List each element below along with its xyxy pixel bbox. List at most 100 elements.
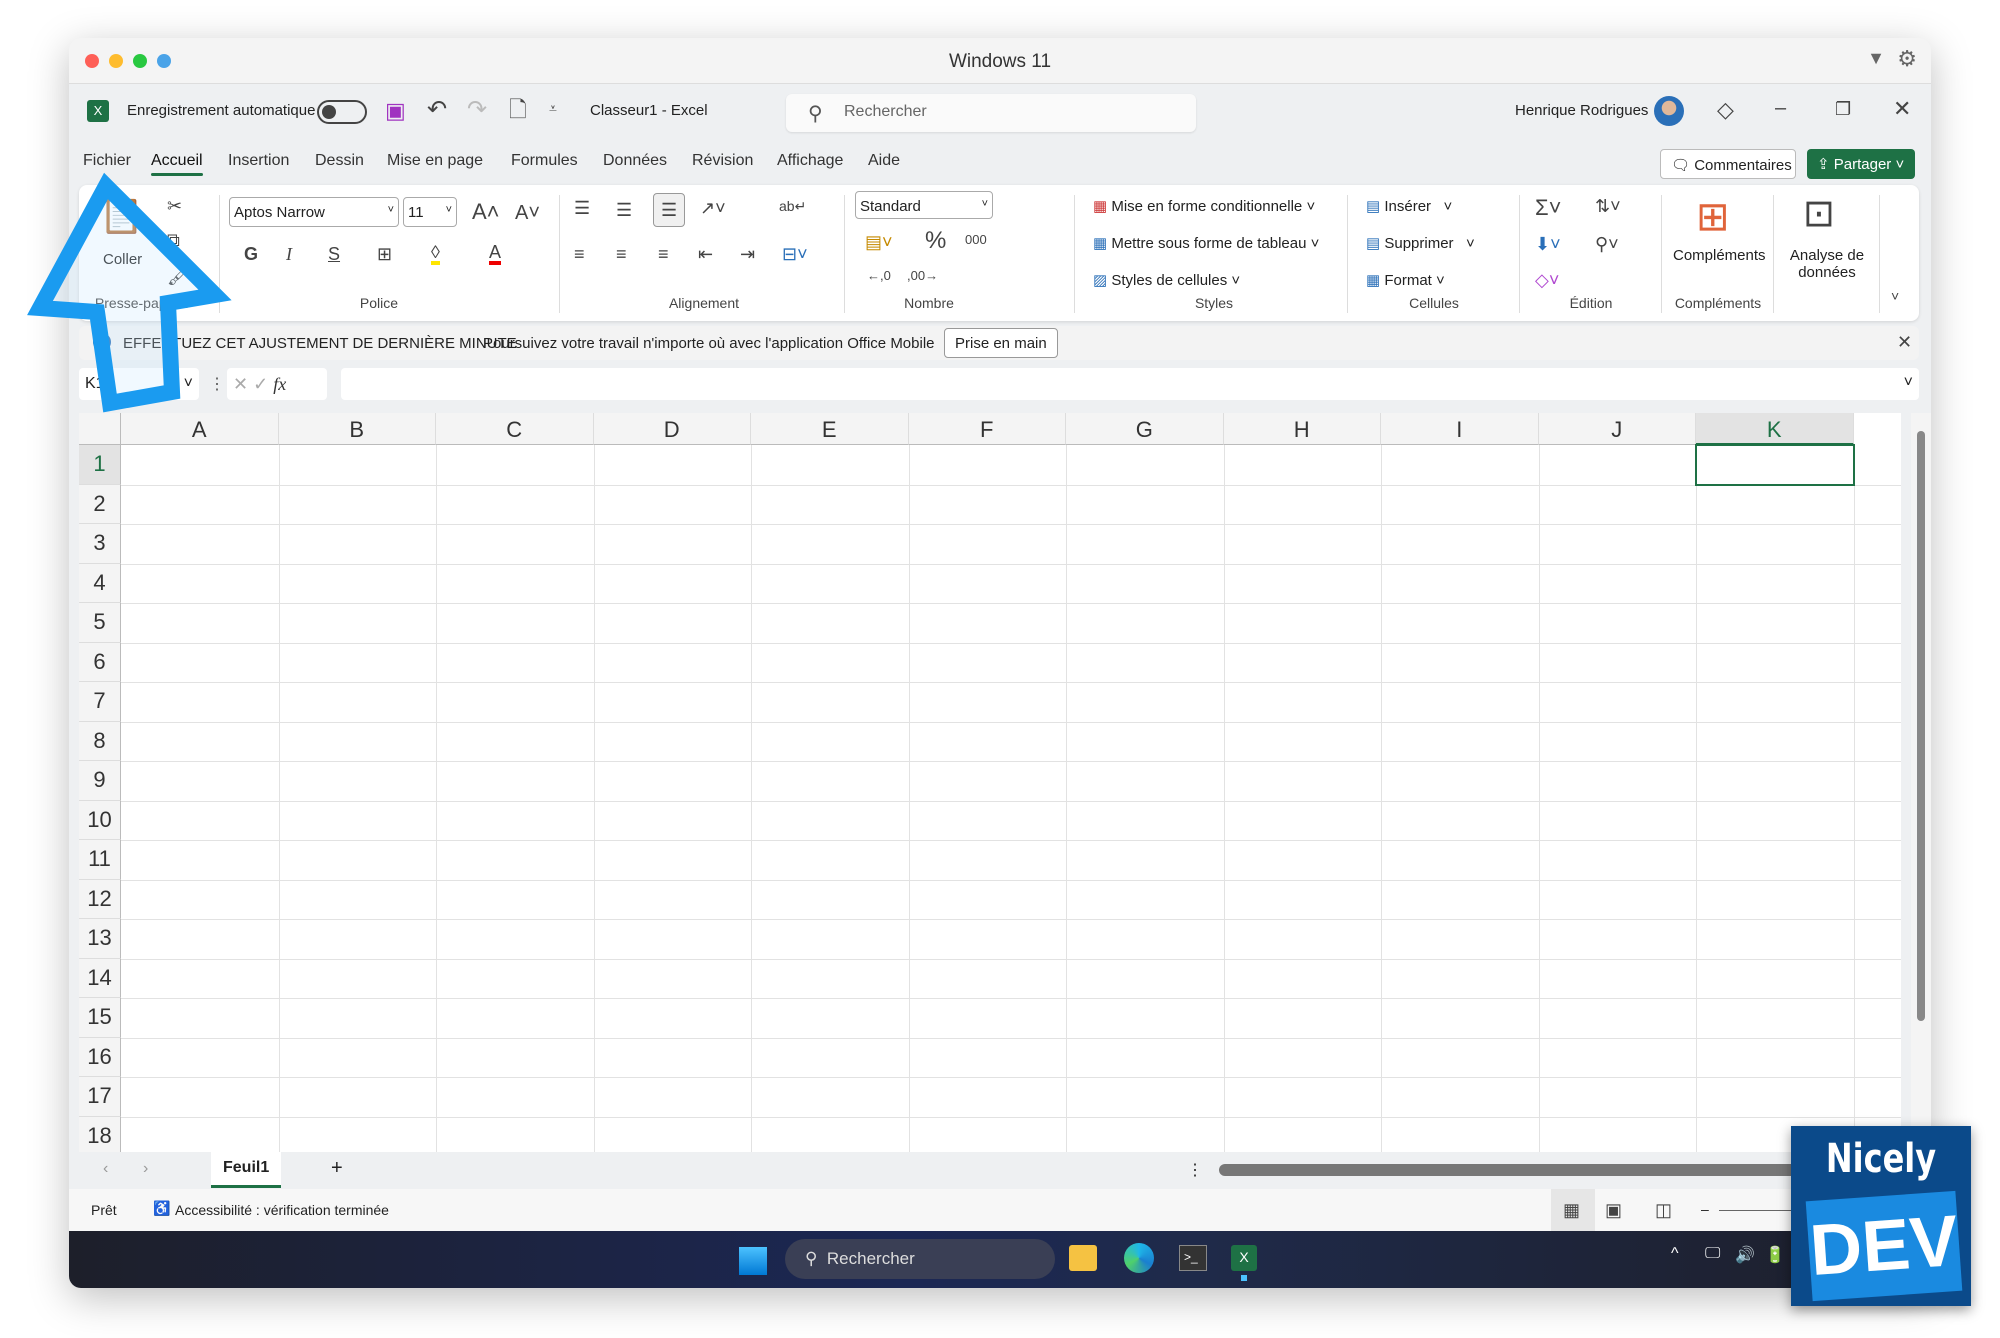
excel-taskbar-icon[interactable]: X [1231,1245,1257,1271]
prev-sheet-icon[interactable]: ‹ [103,1160,108,1178]
align-bottom-icon[interactable]: ☰ [653,193,686,227]
tab-splitter[interactable]: ⋮ [1187,1160,1203,1180]
get-started-button[interactable]: Prise en main [944,328,1058,358]
row-header-9[interactable]: 9 [79,761,121,801]
file-explorer-icon[interactable] [1069,1245,1097,1271]
tray-chevron-icon[interactable]: ^ [1671,1245,1679,1263]
insert-button[interactable]: ▤ Insérer ˅ [1366,197,1452,215]
avatar[interactable] [1654,96,1684,126]
zoom-slider[interactable] [1719,1210,1799,1211]
column-header-H[interactable]: H [1223,413,1381,445]
row-header-14[interactable]: 14 [79,958,121,998]
thousands-icon[interactable]: 000 [965,233,987,246]
tab-revision[interactable]: Révision [692,152,753,170]
row-header-3[interactable]: 3 [79,524,121,564]
horizontal-scroll-thumb[interactable] [1219,1164,1819,1176]
tab-aide[interactable]: Aide [868,152,900,170]
row-header-13[interactable]: 13 [79,919,121,959]
row-header-5[interactable]: 5 [79,603,121,643]
minimize-icon[interactable]: – [1775,98,1786,118]
column-header-J[interactable]: J [1538,413,1696,445]
row-header-4[interactable]: 4 [79,563,121,603]
add-sheet-button[interactable]: + [331,1157,343,1180]
accessibility-icon[interactable]: ♿ [153,1200,170,1217]
increase-font-icon[interactable]: A˄ [472,201,500,223]
number-format-select[interactable]: Standard ˅ [855,191,993,219]
tab-donnees[interactable]: Données [603,152,667,170]
edge-icon[interactable] [1124,1243,1154,1273]
align-center-icon[interactable]: ≡ [616,245,627,263]
font-color-icon[interactable]: A [489,243,502,265]
clear-icon[interactable]: ◇˅ [1535,271,1559,289]
taskbar-search[interactable]: ⚲ Rechercher [785,1239,1055,1279]
decrease-decimal-icon[interactable]: ,00→ [907,269,938,282]
conditional-format-button[interactable]: ▦ Mise en forme conditionnelle ˅ [1093,197,1315,215]
start-icon[interactable] [739,1247,767,1275]
format-as-table-button[interactable]: ▦ Mettre sous forme de tableau ˅ [1093,234,1319,252]
merge-center-icon[interactable]: ⊟˅ [782,245,808,263]
decrease-font-icon[interactable]: A˅ [515,203,540,223]
cell-styles-button[interactable]: ▨ Styles de cellules ˅ [1093,271,1240,289]
volume-icon[interactable]: 🔊 [1735,1245,1755,1265]
fill-color-icon[interactable]: ◊ [431,243,440,265]
percent-icon[interactable]: % [925,229,946,253]
next-sheet-icon[interactable]: › [143,1160,148,1178]
increase-decimal-icon[interactable]: ←,0 [867,269,891,282]
row-header-12[interactable]: 12 [79,879,121,919]
tab-formules[interactable]: Formules [511,152,578,170]
analyze-data-button[interactable]: Analyse de données [1779,247,1875,281]
close-info-icon[interactable]: ✕ [1897,333,1912,351]
diamond-icon[interactable]: ◇ [1717,99,1734,121]
network-icon[interactable]: 🖵 [1705,1245,1720,1263]
delete-button[interactable]: ▤ Supprimer ˅ [1366,234,1475,252]
normal-view-icon[interactable]: ▦ [1551,1189,1595,1231]
column-header-C[interactable]: C [436,413,594,445]
active-cell-selection[interactable] [1695,444,1855,486]
align-middle-icon[interactable]: ☰ [616,201,632,219]
zoom-out-icon[interactable]: – [1701,1201,1709,1217]
analyze-data-icon[interactable]: ⊡ [1803,195,1835,233]
gear-icon[interactable]: ⚙ [1897,46,1917,72]
increase-indent-icon[interactable]: ⇥ [740,245,755,263]
close-icon[interactable]: ✕ [1893,98,1911,120]
collapse-ribbon-icon[interactable]: ˅ [1891,289,1899,303]
wrap-text-icon[interactable]: ab↵ [779,199,806,213]
decrease-indent-icon[interactable]: ⇤ [698,245,713,263]
terminal-icon[interactable]: >_ [1179,1245,1207,1271]
vertical-scrollbar[interactable] [1911,413,1931,1152]
autosum-icon[interactable]: Σ˅ [1535,197,1561,219]
sheet-tab-feuil1[interactable]: Feuil1 [211,1152,282,1188]
row-header-7[interactable]: 7 [79,682,121,722]
comments-button[interactable]: 🗨 Commentaires [1660,149,1796,179]
row-header-1[interactable]: 1 [79,445,121,485]
row-header-18[interactable]: 18 [79,1116,121,1152]
column-header-I[interactable]: I [1381,413,1539,445]
row-header-2[interactable]: 2 [79,484,121,524]
tab-affichage[interactable]: Affichage [777,152,843,170]
column-header-E[interactable]: E [751,413,909,445]
currency-icon[interactable]: ▤˅ [865,233,893,251]
row-header-8[interactable]: 8 [79,721,121,761]
redo-icon[interactable]: ↷ [467,98,487,122]
find-icon[interactable]: ⚲˅ [1595,235,1619,253]
share-button[interactable]: ⇪ Partager ˅ [1807,149,1915,179]
formula-input[interactable]: ˅ [341,368,1919,400]
column-header-G[interactable]: G [1066,413,1224,445]
column-header-D[interactable]: D [593,413,751,445]
spreadsheet-grid[interactable]: A B C D E F G H I J K 1 2 3 4 5 6 7 8 9 10 11 12 13 14 15 16 17 18 [79,413,1901,1152]
font-size-select[interactable]: 11 ˅ [403,197,457,227]
row-header-17[interactable]: 17 [79,1077,121,1117]
column-header-F[interactable]: F [908,413,1066,445]
column-header-K[interactable]: K [1696,413,1854,445]
format-button[interactable]: ▦ Format ˅ [1366,271,1445,289]
restore-icon[interactable]: ❐ [1835,100,1851,118]
row-header-15[interactable]: 15 [79,998,121,1038]
vertical-scroll-thumb[interactable] [1917,431,1925,1021]
align-top-icon[interactable]: ☰ [574,199,590,217]
battery-icon[interactable]: 🔋 [1765,1245,1785,1265]
new-document-icon[interactable]: 🗋 [509,99,527,121]
fill-icon[interactable]: ⬇˅ [1535,235,1561,253]
page-layout-icon[interactable]: ▣ [1605,1201,1622,1219]
customize-qat-icon[interactable]: ⩡ [549,101,557,115]
sort-filter-icon[interactable]: ⇅˅ [1595,197,1621,215]
